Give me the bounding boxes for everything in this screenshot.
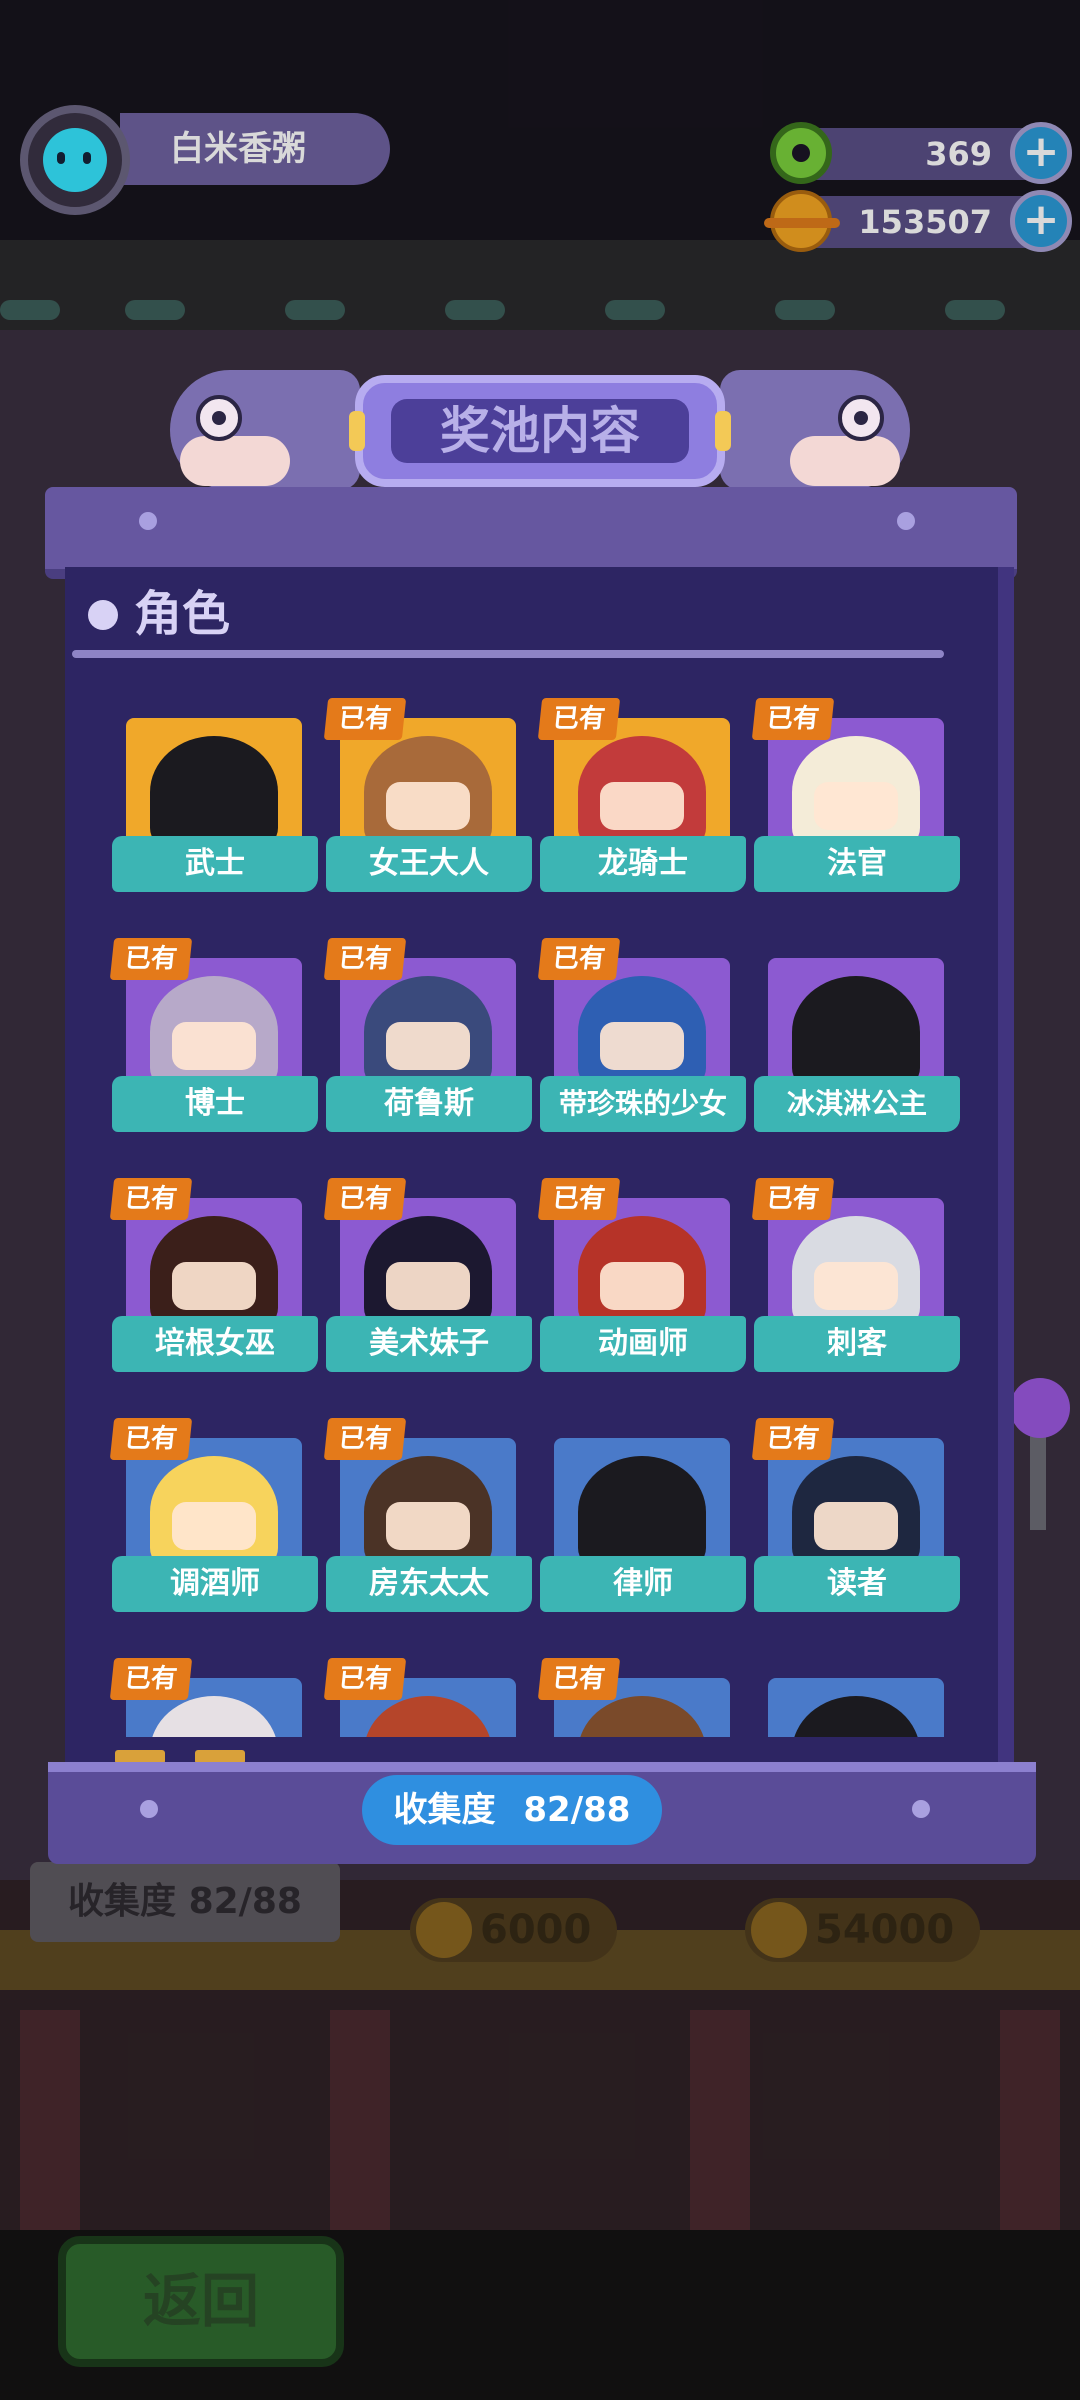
title-tab bbox=[715, 411, 731, 451]
fish-decoration bbox=[170, 370, 360, 490]
collection-label: 收集度 bbox=[393, 1790, 496, 1830]
character-portrait bbox=[792, 1216, 920, 1328]
character-card[interactable]: 律师 bbox=[540, 1418, 746, 1624]
character-card[interactable]: 刺客 已有 bbox=[751, 1178, 960, 1384]
character-portrait bbox=[792, 976, 920, 1088]
character-card[interactable]: 培根女巫 已有 bbox=[109, 1178, 318, 1384]
section-dot bbox=[88, 600, 118, 630]
character-name: 带珍珠的少女 bbox=[540, 1076, 746, 1132]
character-name: 调酒师 bbox=[112, 1556, 318, 1612]
character-portrait bbox=[792, 736, 920, 848]
section-title: 角色 bbox=[134, 586, 231, 642]
fish-eye bbox=[838, 395, 884, 441]
character-name: 刺客 bbox=[754, 1316, 960, 1372]
collection-progress: 收集度 82/88 bbox=[362, 1775, 662, 1845]
character-card[interactable]: 带珍珠的少女 已有 bbox=[537, 938, 746, 1144]
character-name: 武士 bbox=[112, 836, 318, 892]
character-portrait bbox=[150, 976, 278, 1088]
character-card[interactable]: 荷鲁斯 已有 bbox=[323, 938, 532, 1144]
bolt bbox=[139, 512, 157, 530]
bolt bbox=[897, 512, 915, 530]
character-card[interactable]: 动画师 已有 bbox=[537, 1178, 746, 1384]
character-grid[interactable]: 武士 女王大人 已有 龙骑士 已有 法官 已有 博士 已有 荷鲁斯 已有 带珍珠的少女 已有 冰淇淋公主培… bbox=[65, 670, 1000, 1737]
owned-badge: 已有 bbox=[323, 938, 407, 980]
character-name: 冰淇淋公主 bbox=[754, 1076, 960, 1132]
owned-badge: 已有 bbox=[323, 1418, 407, 1460]
owned-badge: 已有 bbox=[751, 1178, 835, 1220]
bolt bbox=[140, 1800, 158, 1818]
character-name: 读者 bbox=[754, 1556, 960, 1612]
fish-eye bbox=[196, 395, 242, 441]
owned-badge: 已有 bbox=[537, 698, 621, 740]
character-card[interactable]: 武士 bbox=[112, 698, 318, 904]
panel-title: 奖池内容 bbox=[391, 399, 689, 463]
character-portrait bbox=[150, 1216, 278, 1328]
character-card[interactable]: 调酒师 已有 bbox=[109, 1418, 318, 1624]
collection-value: 82/88 bbox=[523, 1790, 631, 1830]
owned-badge: 已有 bbox=[537, 938, 621, 980]
character-name: 女王大人 bbox=[326, 836, 532, 892]
character-card[interactable]: 已有 bbox=[537, 1658, 746, 1737]
owned-badge: 已有 bbox=[537, 1178, 621, 1220]
character-name: 美术妹子 bbox=[326, 1316, 532, 1372]
character-portrait bbox=[578, 1216, 706, 1328]
character-name: 博士 bbox=[112, 1076, 318, 1132]
character-portrait bbox=[578, 976, 706, 1088]
character-card[interactable]: 读者 已有 bbox=[751, 1418, 960, 1624]
character-portrait bbox=[364, 1456, 492, 1568]
character-name: 房东太太 bbox=[326, 1556, 532, 1612]
fish-belly bbox=[180, 436, 290, 486]
character-portrait bbox=[150, 736, 278, 848]
fish-belly bbox=[790, 436, 900, 486]
owned-badge: 已有 bbox=[109, 1178, 193, 1220]
panel-side-frame bbox=[998, 567, 1014, 1767]
owned-badge: 已有 bbox=[109, 938, 193, 980]
bolt bbox=[912, 1800, 930, 1818]
character-portrait bbox=[578, 736, 706, 848]
title-tab bbox=[349, 411, 365, 451]
owned-badge: 已有 bbox=[751, 698, 835, 740]
character-card[interactable]: 冰淇淋公主 bbox=[754, 938, 960, 1144]
character-portrait bbox=[150, 1456, 278, 1568]
fish-decoration bbox=[720, 370, 910, 490]
owned-badge: 已有 bbox=[323, 1658, 407, 1700]
character-portrait bbox=[364, 976, 492, 1088]
character-name: 龙骑士 bbox=[540, 836, 746, 892]
character-card[interactable]: 龙骑士 已有 bbox=[537, 698, 746, 904]
panel-top-frame bbox=[45, 487, 1017, 579]
character-card[interactable]: 美术妹子 已有 bbox=[323, 1178, 532, 1384]
owned-badge: 已有 bbox=[109, 1658, 193, 1700]
character-card[interactable]: 博士 已有 bbox=[109, 938, 318, 1144]
character-portrait bbox=[364, 1216, 492, 1328]
owned-badge: 已有 bbox=[109, 1418, 193, 1460]
character-card[interactable]: 法官 已有 bbox=[751, 698, 960, 904]
character-card[interactable]: 女王大人 已有 bbox=[323, 698, 532, 904]
character-portrait bbox=[792, 1456, 920, 1568]
character-card[interactable]: 已有 bbox=[109, 1658, 318, 1737]
character-card[interactable] bbox=[754, 1658, 960, 1737]
character-name: 荷鲁斯 bbox=[326, 1076, 532, 1132]
character-portrait bbox=[578, 1456, 706, 1568]
section-divider bbox=[72, 650, 944, 658]
panel-title-plate: 奖池内容 bbox=[349, 375, 731, 487]
owned-badge: 已有 bbox=[323, 1178, 407, 1220]
owned-badge: 已有 bbox=[751, 1418, 835, 1460]
character-name: 律师 bbox=[540, 1556, 746, 1612]
character-name: 培根女巫 bbox=[112, 1316, 318, 1372]
owned-badge: 已有 bbox=[537, 1658, 621, 1700]
character-card[interactable]: 房东太太 已有 bbox=[323, 1418, 532, 1624]
character-card[interactable]: 已有 bbox=[323, 1658, 532, 1737]
character-portrait bbox=[364, 736, 492, 848]
character-name: 法官 bbox=[754, 836, 960, 892]
owned-badge: 已有 bbox=[323, 698, 407, 740]
character-name: 动画师 bbox=[540, 1316, 746, 1372]
